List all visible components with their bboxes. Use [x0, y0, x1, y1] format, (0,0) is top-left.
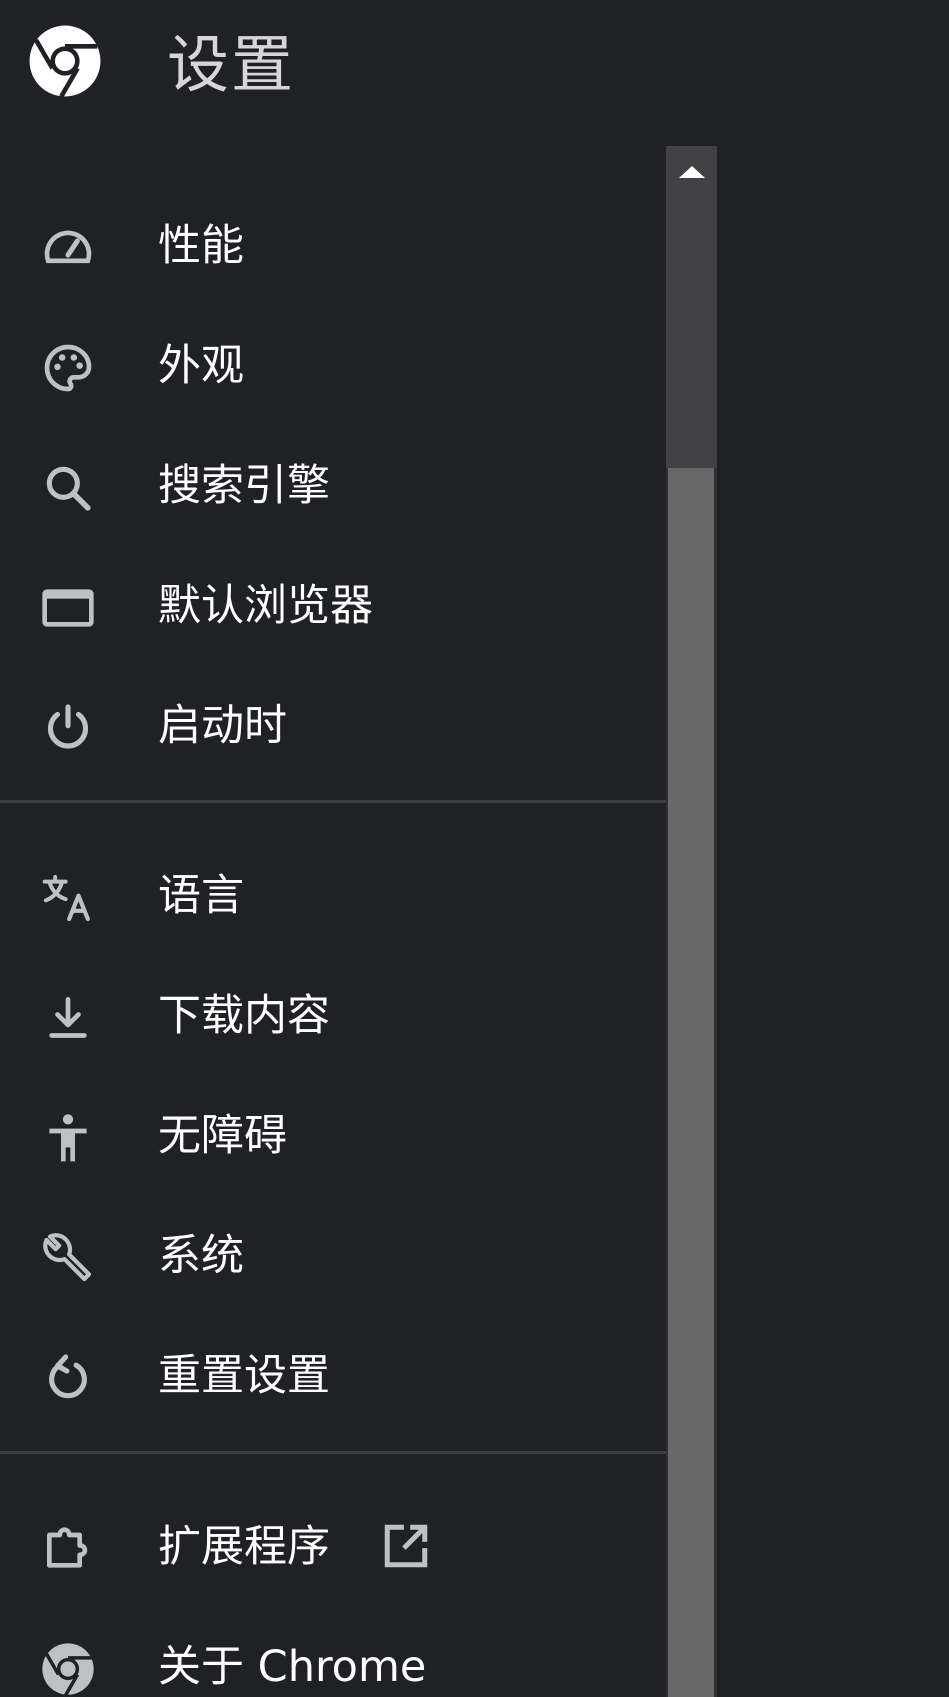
section-divider — [0, 800, 666, 803]
chrome-logo-icon — [28, 24, 102, 98]
sidebar-item-label: 无障碍 — [158, 1111, 287, 1161]
sidebar-item-accessibility[interactable]: 无障碍 — [0, 1080, 666, 1192]
sidebar-item-label: 启动时 — [158, 701, 287, 751]
sidebar-item-label: 重置设置 — [158, 1351, 330, 1401]
sidebar-item-reset-settings[interactable]: 重置设置 — [0, 1320, 666, 1432]
scroll-up-arrow-icon[interactable] — [666, 146, 717, 196]
download-icon — [40, 990, 96, 1046]
settings-page: 设置 性能 外观 搜索引擎 默认浏览器 启动时 语言 下载内容 无障碍 系统 重… — [0, 0, 949, 1697]
sidebar-item-label: 语言 — [158, 871, 244, 921]
power-icon — [40, 700, 96, 756]
wrench-icon — [40, 1230, 96, 1286]
settings-sidebar-menu: 性能 外观 搜索引擎 默认浏览器 启动时 语言 下载内容 无障碍 系统 重置设置… — [0, 146, 666, 1697]
sidebar-item-about-chrome[interactable]: 关于 Chrome — [0, 1611, 666, 1697]
translate-icon — [40, 870, 96, 926]
sidebar-item-label: 关于 Chrome — [158, 1642, 427, 1692]
palette-icon — [40, 340, 96, 396]
puzzle-icon — [40, 1521, 96, 1577]
chrome-logo-icon — [40, 1641, 96, 1697]
sidebar-item-on-startup[interactable]: 启动时 — [0, 670, 666, 782]
sidebar-item-search-engine[interactable]: 搜索引擎 — [0, 430, 666, 542]
sidebar-item-label: 默认浏览器 — [158, 581, 373, 631]
sidebar-item-label: 下载内容 — [158, 991, 330, 1041]
section-divider — [0, 1451, 666, 1454]
sidebar-item-performance[interactable]: 性能 — [0, 190, 666, 302]
settings-header: 设置 — [0, 0, 949, 140]
open-in-new-icon[interactable] — [381, 1521, 431, 1571]
search-icon — [40, 460, 96, 516]
sidebar-item-label: 系统 — [158, 1231, 244, 1281]
sidebar-item-system[interactable]: 系统 — [0, 1200, 666, 1312]
sidebar-item-default-browser[interactable]: 默认浏览器 — [0, 550, 666, 662]
page-title: 设置 — [167, 28, 296, 101]
scrollbar-track[interactable] — [666, 196, 717, 468]
sidebar-item-label: 性能 — [158, 221, 244, 271]
reset-icon — [40, 1350, 96, 1406]
sidebar-item-appearance[interactable]: 外观 — [0, 310, 666, 422]
sidebar-item-label: 外观 — [158, 341, 244, 391]
sidebar-item-label: 搜索引擎 — [158, 461, 330, 511]
browser-window-icon — [40, 580, 96, 636]
accessibility-icon — [40, 1110, 96, 1166]
sidebar-item-label: 扩展程序 — [158, 1522, 330, 1572]
scrollbar-thumb[interactable] — [668, 468, 714, 1697]
sidebar-item-languages[interactable]: 语言 — [0, 840, 666, 952]
speedometer-icon — [40, 220, 96, 276]
sidebar-item-downloads[interactable]: 下载内容 — [0, 960, 666, 1072]
sidebar-item-extensions[interactable]: 扩展程序 — [0, 1491, 666, 1603]
sidebar-scrollbar[interactable] — [666, 146, 717, 1697]
